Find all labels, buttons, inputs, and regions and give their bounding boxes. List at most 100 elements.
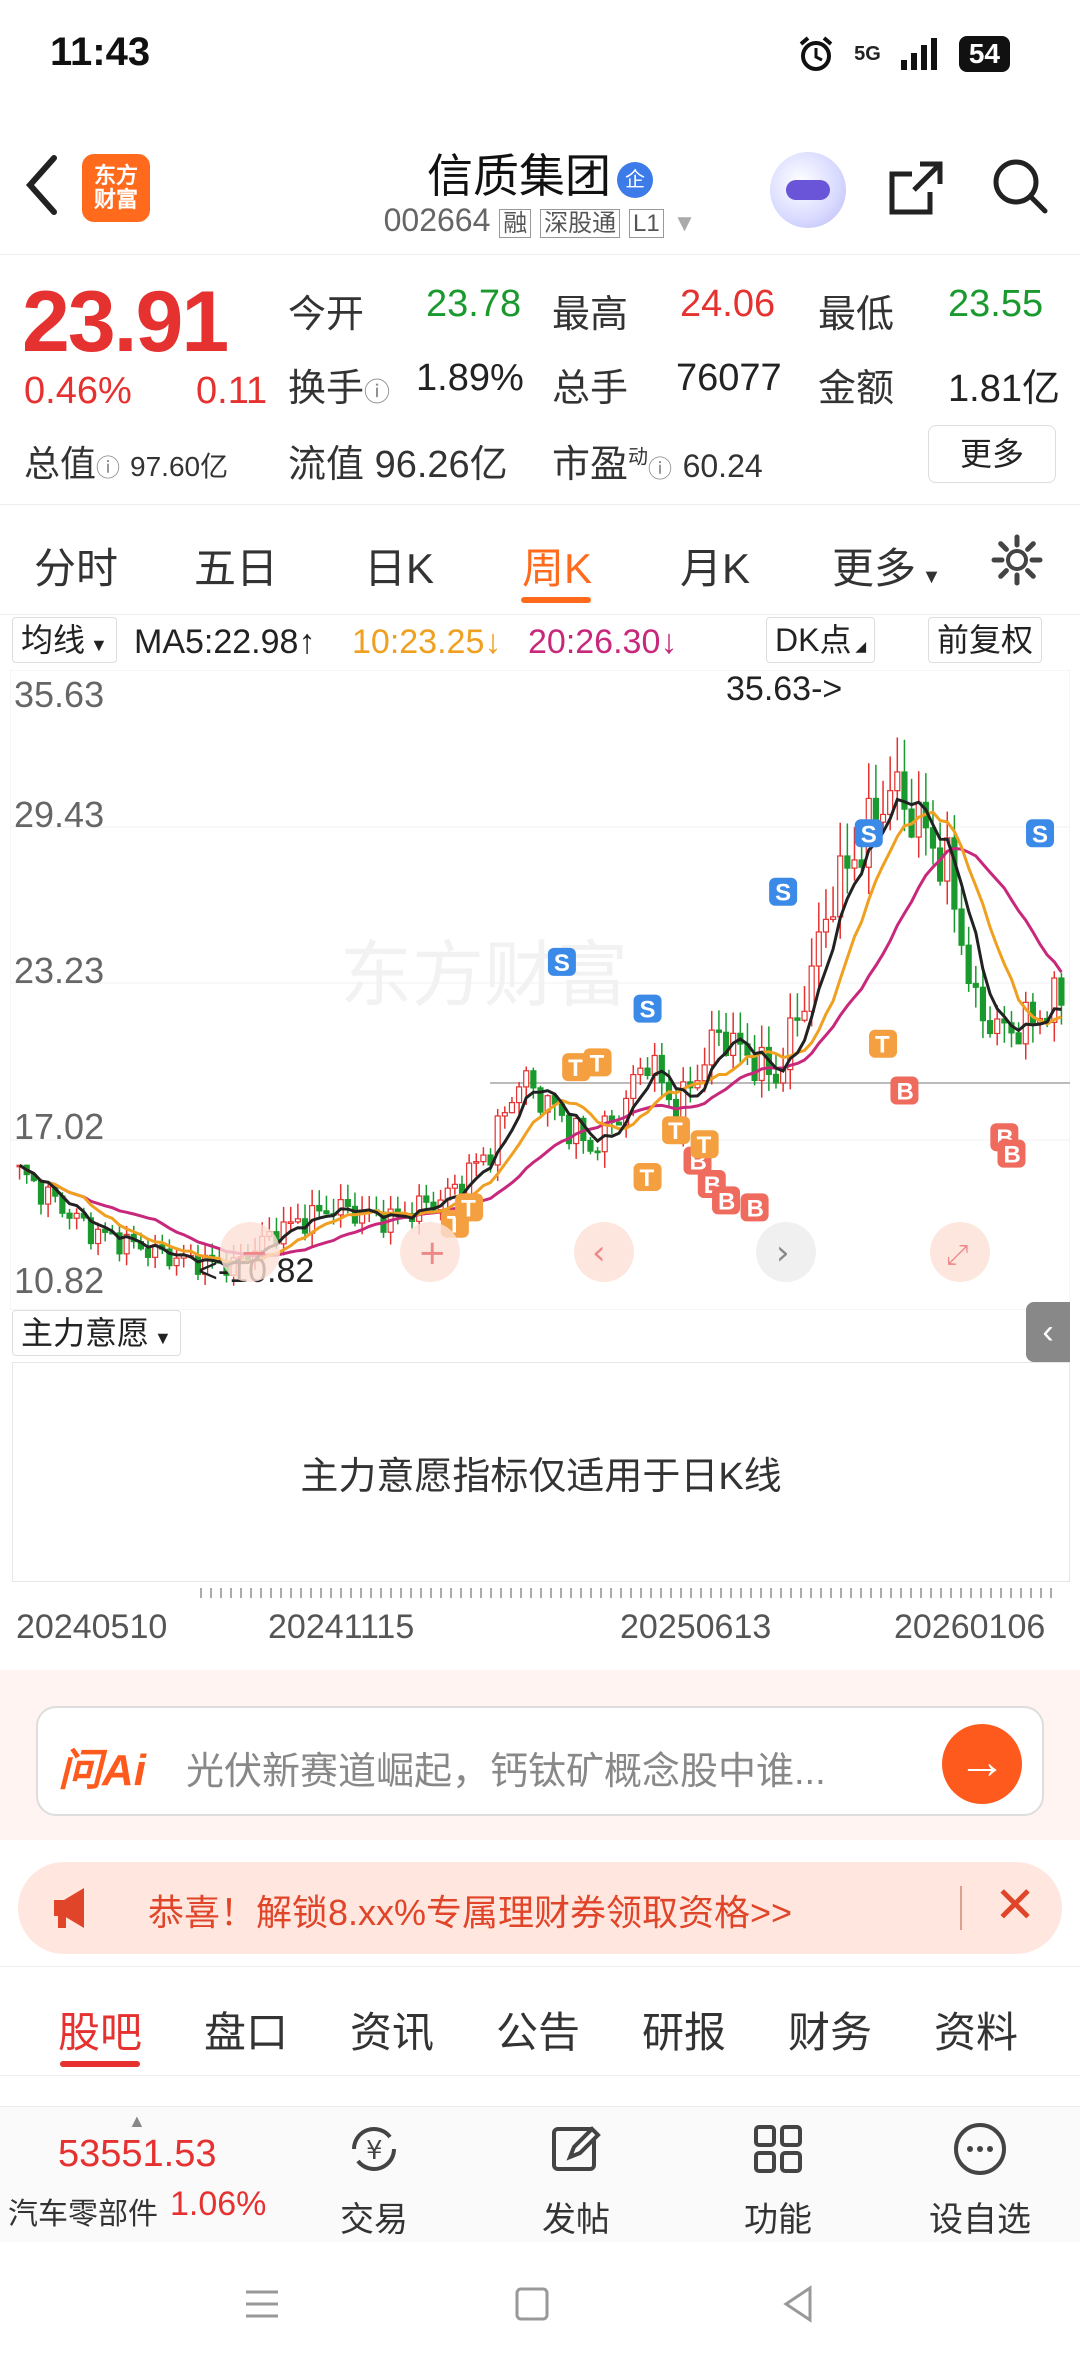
signal-letter: S [1032,821,1048,848]
ma20-value: 20:26.30↓ [528,623,678,661]
ai-logo: 问Ai [58,1746,146,1795]
candle-body [937,847,944,882]
system-nav-bar [0,2242,1080,2376]
high-value: 24.06 [680,283,776,325]
candle-body [701,1064,708,1082]
share-icon[interactable] [886,158,946,218]
stock-header: 东方 财富 信质集团企 002664 融 深股通 L1 ▼ [0,120,1080,255]
tab-daily-k[interactable]: 日K [364,535,434,596]
candle-body [837,855,844,918]
signal-letter: B [896,1078,913,1105]
signal-letter: B [747,1195,764,1222]
divider [960,1886,962,1930]
more-circle-icon [954,2123,1006,2175]
y-label-min: 10.82 [14,1260,105,1301]
info-icon[interactable]: ⓘ [648,456,672,483]
watermark: 东方财富 [340,936,628,1016]
home-icon[interactable] [510,2282,554,2326]
ai-assistant-avatar[interactable] [770,152,846,228]
candle-body [587,1139,594,1152]
bottom-dock: ▲ 53551.53 汽车零部件 1.06% ¥ 交易 发帖 功能 设自选 [0,2106,1080,2242]
candle-body [708,1029,715,1066]
dk-point-select[interactable]: DK点 ◢ [766,617,876,663]
tab-news[interactable]: 资讯 [350,1999,434,2060]
tab-announcements[interactable]: 公告 [496,1999,580,2060]
candle-body [573,1117,580,1145]
arrow-right-icon: → [958,1736,1006,1789]
active-tab-indicator [60,2061,140,2067]
minus-icon: − [240,1233,269,1273]
ma10-value: 10:23.25↓ [352,623,502,661]
kline-chart[interactable]: 东方财富 SSSSSBBBBBBBTTTTTTTT 35.63-> <-10.8… [9,669,1071,1311]
info-icon[interactable]: ⓘ [364,377,390,407]
sector-name: 汽车零部件 [8,2198,158,2231]
search-icon[interactable] [990,156,1050,216]
signal-letter: T [668,1118,683,1145]
tab-weekly-k[interactable]: 周K [522,535,592,596]
candle-body [994,1018,1001,1035]
chevron-down-icon: ▼ [672,210,697,237]
signal-letter: S [861,821,877,848]
ai-submit-button[interactable]: → [942,1724,1022,1804]
gear-icon[interactable] [990,533,1044,587]
tab-financials[interactable]: 财务 [788,1999,872,2060]
amount-row: 金额 1.81亿 [818,357,1060,412]
post-button[interactable]: 发帖 [516,2119,636,2241]
candle-body [958,908,965,946]
candle-body [45,1186,52,1205]
candle-body [615,1121,623,1126]
stock-code: 002664 [383,202,491,238]
volume-value: 76077 [676,357,782,399]
tab-research[interactable]: 研报 [642,1999,726,2060]
chart-nav-controls: − + ‹ › ⤢ [220,1222,990,1282]
close-icon[interactable]: ✕ [994,1876,1036,1934]
ai-search-section: 问Ai 光伏新赛道崛起，钙钛矿概念股中谁... → [0,1670,1080,1840]
tag-connect: 深股通 [540,209,621,238]
collapse-panel-button[interactable]: ‹ [1026,1302,1070,1362]
y-label-max: 35.63 [14,674,105,715]
menu-icon[interactable] [240,2282,284,2326]
network-label: 5G [854,42,881,65]
ma-select[interactable]: 均线 ▼ [12,617,117,663]
date-label: 20250613 [620,1608,772,1646]
ma-legend-bar: 均线 ▼ MA5:22.98↑ 10:23.25↓ 20:26.30↓ DK点 … [0,615,1080,665]
more-quote-button[interactable]: 更多 [928,425,1056,483]
alarm-icon [799,36,833,71]
trade-button[interactable]: ¥ 交易 [314,2119,434,2241]
tab-profile[interactable]: 资料 [934,1999,1018,2060]
tab-monthly-k[interactable]: 月K [680,535,750,596]
tab-forum[interactable]: 股吧 [58,1999,142,2060]
yuan-cycle-icon: ¥ [352,2127,396,2171]
tab-five-day[interactable]: 五日 [194,535,278,596]
y-label-2: 29.43 [14,794,105,835]
chevron-left-icon: ‹ [1042,1313,1054,1351]
x-axis-ticks [200,1588,1060,1598]
tab-intraday[interactable]: 分时 [34,535,118,596]
candle-body [501,1112,508,1117]
promo-banner[interactable]: 恭喜！解锁8.xx%专属理财券领取资格>> ✕ [18,1862,1062,1954]
signal-letter: T [697,1132,712,1159]
market-cap-value: 97.60亿 [130,451,229,482]
features-button[interactable]: 功能 [718,2119,838,2241]
info-icon[interactable]: ⓘ [96,455,120,482]
period-tabs: 分时 五日 日K 周K 月K 更多 ▼ [0,505,1080,615]
x-axis-dates: 20240510 20241115 20250613 20260106 [0,1588,1080,1668]
ai-search-box[interactable]: 问Ai 光伏新赛道崛起，钙钛矿概念股中谁... → [36,1706,1044,1816]
caret-down-icon: ▼ [85,635,108,655]
back-nav-icon[interactable] [776,2282,820,2326]
candle-body [1015,1032,1022,1045]
candle-body [715,1029,722,1033]
grid-icon [754,2125,802,2173]
add-watchlist-button[interactable]: 设自选 [920,2119,1040,2241]
signal-icon [900,38,937,70]
y-label-3: 23.23 [14,950,105,991]
tab-more[interactable]: 更多 ▼ [832,535,941,596]
float-cap: 流值 96.26亿 [288,444,508,486]
tab-orderbook[interactable]: 盘口 [204,1999,288,2060]
candle-body [337,1199,344,1216]
candle-body [66,1212,73,1219]
adjust-select[interactable]: 前复权 [928,617,1043,663]
candle-body [144,1248,152,1258]
indicator-select[interactable]: 主力意愿 ▼ [12,1310,181,1356]
signal-letter: B [718,1188,735,1215]
